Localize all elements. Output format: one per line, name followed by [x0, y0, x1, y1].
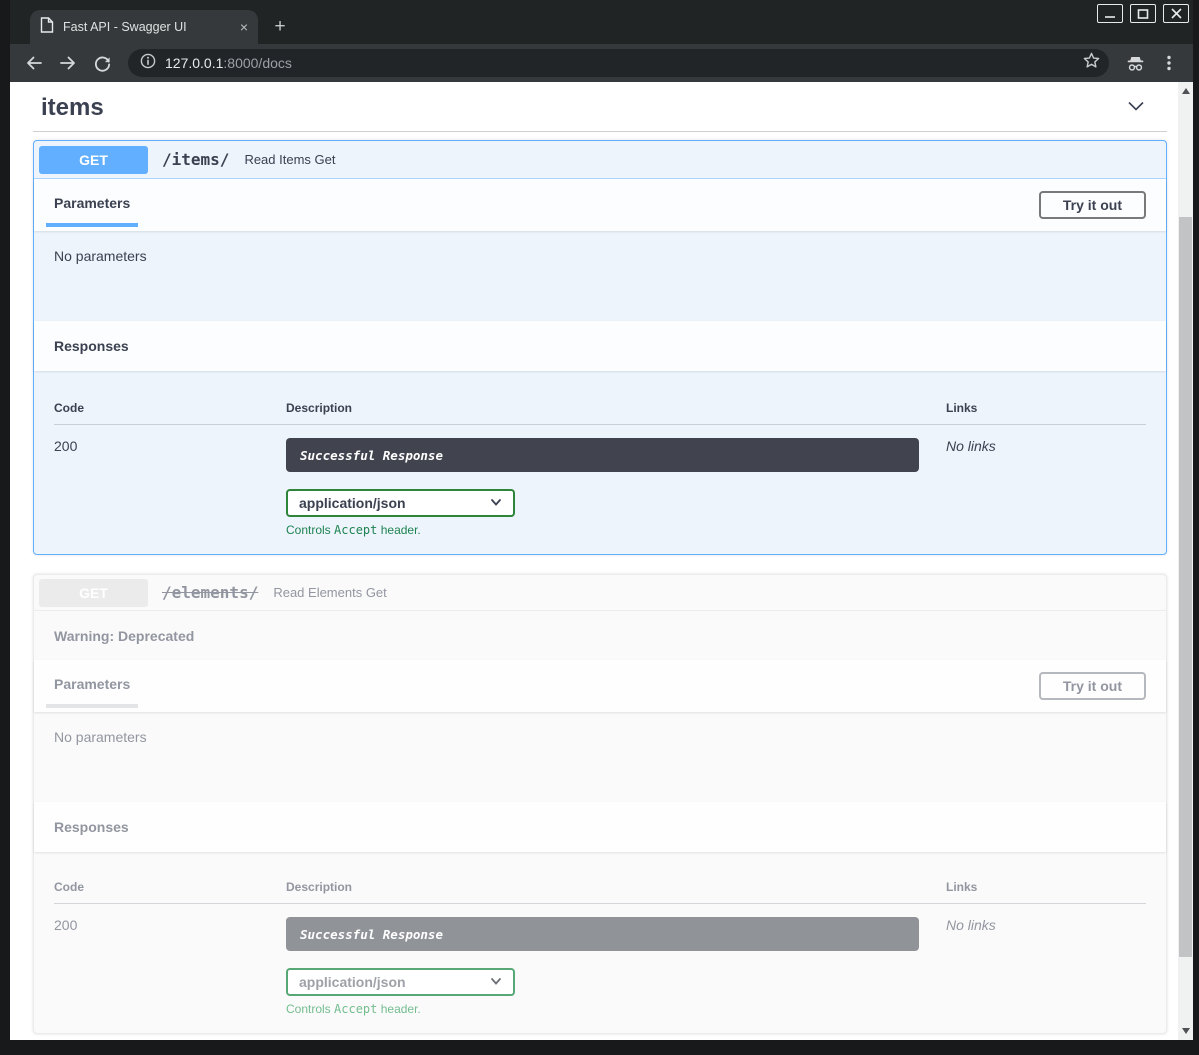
reload-icon[interactable]: [88, 49, 116, 77]
scrollbar-up-arrow[interactable]: [1178, 84, 1193, 98]
kebab-menu-icon[interactable]: [1155, 49, 1183, 77]
response-code: 200: [54, 425, 286, 537]
response-code: 200: [54, 904, 286, 1016]
document-icon: [40, 17, 54, 38]
response-description: Successful Response: [286, 917, 919, 951]
responses-body: Code Description Links 200 Successful Re…: [34, 371, 1166, 554]
parameters-tab[interactable]: Parameters: [54, 676, 130, 696]
swagger-content: items GET /items/ Read Items Get Paramet…: [10, 82, 1178, 1040]
description-column-header: Description: [286, 880, 946, 903]
accept-header-note: Controls Accept header.: [286, 1002, 946, 1016]
operation-summary-text: Read Items Get: [244, 152, 335, 167]
responses-section-header: Responses: [34, 321, 1166, 371]
try-it-out-button[interactable]: Try it out: [1039, 191, 1146, 219]
response-links: No links: [946, 425, 1146, 537]
parameters-tab[interactable]: Parameters: [54, 195, 130, 215]
api-section-header[interactable]: items: [33, 90, 1167, 132]
accept-header-note: Controls Accept header.: [286, 523, 946, 537]
incognito-icon[interactable]: [1121, 49, 1149, 77]
api-section-title: items: [41, 94, 104, 122]
media-type-select[interactable]: application/json: [286, 968, 515, 996]
url-bar[interactable]: 127.0.0.1:8000/docs: [128, 49, 1109, 77]
select-chevron-down-icon: [489, 974, 503, 991]
url-host: 127.0.0.1: [165, 55, 223, 71]
responses-body: Code Description Links 200 Successful Re…: [34, 852, 1166, 1033]
operation-summary-text: Read Elements Get: [273, 585, 386, 600]
tab-title: Fast API - Swagger UI: [63, 20, 231, 34]
scrollbar-thumb[interactable]: [1179, 217, 1192, 957]
deprecated-warning-row: Warning: Deprecated: [34, 611, 1166, 660]
arrow-right-icon[interactable]: [54, 49, 82, 77]
new-tab-button[interactable]: +: [266, 13, 294, 41]
page-viewport: items GET /items/ Read Items Get Paramet…: [10, 82, 1193, 1040]
chevron-down-icon[interactable]: [1125, 95, 1147, 122]
parameters-body: No parameters: [34, 231, 1166, 321]
media-type-select[interactable]: application/json: [286, 489, 515, 517]
no-parameters-text: No parameters: [54, 248, 147, 264]
method-badge: GET: [39, 146, 148, 174]
operation-block-elements: GET /elements/ Read Elements Get Warning…: [33, 574, 1167, 1034]
browser-tab[interactable]: Fast API - Swagger UI ×: [30, 10, 258, 44]
deprecated-warning: Warning: Deprecated: [54, 628, 194, 644]
description-column-header: Description: [286, 401, 946, 424]
parameters-section-header: Parameters Try it out: [34, 660, 1166, 712]
code-column-header: Code: [54, 401, 286, 424]
tab-strip: Fast API - Swagger UI × +: [10, 0, 1193, 44]
minimize-icon[interactable]: [1097, 4, 1123, 23]
response-description: Successful Response: [286, 438, 919, 472]
code-column-header: Code: [54, 880, 286, 903]
operation-summary[interactable]: GET /items/ Read Items Get: [34, 141, 1166, 179]
browser-toolbar: 127.0.0.1:8000/docs: [10, 44, 1193, 82]
parameters-section-header: Parameters Try it out: [34, 179, 1166, 231]
url-path: :8000/docs: [223, 55, 292, 71]
responses-title: Responses: [54, 338, 129, 354]
select-chevron-down-icon: [489, 495, 503, 512]
close-icon[interactable]: [1163, 4, 1189, 23]
scrollbar-down-arrow[interactable]: [1178, 1024, 1193, 1038]
try-it-out-button[interactable]: Try it out: [1039, 672, 1146, 700]
responses-table: Code Description Links 200 Successful Re…: [54, 880, 1146, 1016]
media-type-value: application/json: [299, 495, 406, 511]
browser-window: Fast API - Swagger UI × +: [0, 0, 1199, 1055]
response-links: No links: [946, 904, 1146, 1016]
info-icon[interactable]: [140, 53, 156, 74]
method-badge: GET: [39, 579, 148, 607]
response-description-cell: Successful Response application/json Con…: [286, 904, 946, 1016]
operation-path: /elements/: [162, 583, 258, 602]
operation-block-items: GET /items/ Read Items Get Parameters Tr…: [33, 140, 1167, 555]
window-controls: [1097, 4, 1189, 23]
url-text: 127.0.0.1:8000/docs: [165, 55, 292, 71]
star-icon[interactable]: [1082, 51, 1101, 75]
media-type-value: application/json: [299, 974, 406, 990]
parameters-body: No parameters: [34, 712, 1166, 802]
responses-table: Code Description Links 200 Successful Re…: [54, 401, 1146, 537]
responses-title: Responses: [54, 819, 129, 835]
maximize-icon[interactable]: [1130, 4, 1156, 23]
response-description-cell: Successful Response application/json Con…: [286, 425, 946, 537]
operation-path: /items/: [162, 150, 229, 169]
arrow-left-icon[interactable]: [20, 49, 48, 77]
links-column-header: Links: [946, 880, 1146, 903]
responses-section-header: Responses: [34, 802, 1166, 852]
links-column-header: Links: [946, 401, 1146, 424]
no-parameters-text: No parameters: [54, 729, 147, 745]
tab-close-icon[interactable]: ×: [240, 20, 248, 34]
page-scrollbar[interactable]: [1178, 82, 1193, 1040]
operation-summary[interactable]: GET /elements/ Read Elements Get: [34, 575, 1166, 611]
